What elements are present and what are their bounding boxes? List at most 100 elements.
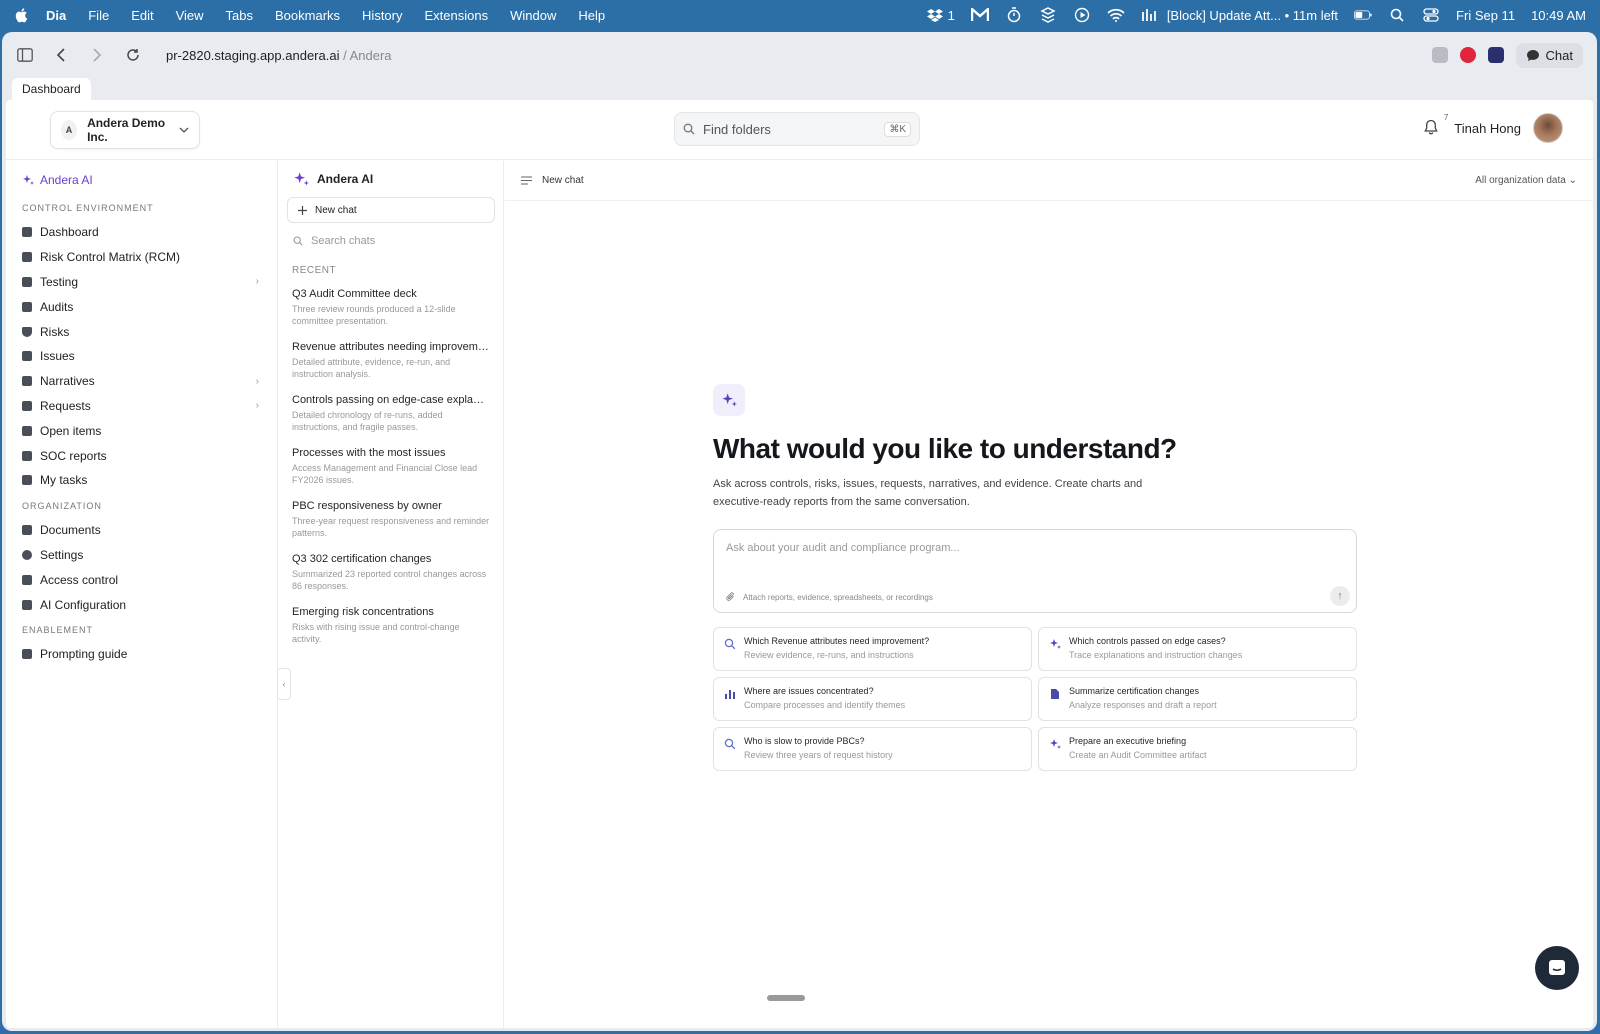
suggestion-card[interactable]: Prepare an executive briefing Create an … bbox=[1038, 727, 1357, 771]
macos-menu-bar: Dia File Edit View Tabs Bookmarks Histor… bbox=[0, 0, 1600, 30]
user-name[interactable]: Tinah Hong bbox=[1454, 121, 1521, 136]
prompt-input[interactable] bbox=[726, 542, 1326, 554]
chat-list-item[interactable]: Q3 302 certification changes Summarized 2… bbox=[287, 549, 495, 602]
chat-list-item[interactable]: Q3 Audit Committee deck Three review roun… bbox=[287, 284, 495, 337]
m-logo-icon[interactable] bbox=[970, 7, 989, 23]
reload-icon[interactable] bbox=[124, 46, 142, 64]
chat-summary: Detailed chronology of re-runs, added in… bbox=[292, 410, 443, 432]
menu-view[interactable]: View bbox=[176, 8, 204, 23]
extension-icon[interactable] bbox=[1487, 47, 1504, 63]
tab-dashboard[interactable]: Dashboard bbox=[12, 78, 91, 100]
dropbox-status[interactable]: 1 bbox=[926, 7, 955, 23]
narratives-icon bbox=[22, 376, 32, 387]
attach-button[interactable]: Attach reports, evidence, spreadsheets, … bbox=[726, 592, 933, 602]
chat-list-item[interactable]: Processes with the most issues Access Man… bbox=[287, 443, 495, 496]
support-chat-launcher[interactable] bbox=[1535, 946, 1579, 990]
suggestion-card[interactable]: Which controls passed on edge cases? Tra… bbox=[1038, 627, 1357, 671]
stack-icon[interactable] bbox=[1039, 7, 1057, 23]
copy-extension-icon[interactable] bbox=[1431, 47, 1448, 63]
sidebar-item-prompting-guide[interactable]: Prompting guide bbox=[20, 642, 263, 667]
control-center-icon[interactable] bbox=[1422, 7, 1440, 23]
menu-file[interactable]: File bbox=[88, 8, 109, 23]
sidebar-item-testing[interactable]: Testing › bbox=[20, 270, 263, 295]
search-chats-input[interactable]: Search chats bbox=[293, 233, 495, 249]
sidebar-item-access-control[interactable]: Access control bbox=[20, 567, 263, 592]
sidebar-ai-label: Andera AI bbox=[40, 173, 93, 187]
sidebar-item-issues[interactable]: Issues bbox=[20, 344, 263, 369]
sidebar-item-narratives[interactable]: Narratives › bbox=[20, 369, 263, 394]
menu-left: Dia File Edit View Tabs Bookmarks Histor… bbox=[14, 7, 627, 23]
address-bar[interactable]: pr-2820.staging.app.andera.ai / Andera bbox=[166, 48, 392, 63]
sidebar-item-my-tasks[interactable]: My tasks bbox=[20, 468, 263, 493]
now-playing[interactable]: [Block] Update Att... • 11m left bbox=[1141, 7, 1338, 23]
sidebar-item-label: Issues bbox=[40, 349, 75, 364]
sidebar-toggle-icon[interactable] bbox=[16, 46, 34, 64]
new-chat-button[interactable]: New chat bbox=[287, 197, 495, 223]
menu-time[interactable]: 10:49 AM bbox=[1531, 8, 1586, 23]
chat-summary: Detailed attribute, evidence, re-run, an… bbox=[292, 357, 451, 379]
chat-title: Revenue attributes needing improvement bbox=[292, 341, 490, 353]
sidebar-item-documents[interactable]: Documents bbox=[20, 518, 263, 543]
app-header: A Andera Demo Inc. Find folders ⌘K 7 Tin… bbox=[6, 100, 1593, 160]
collapse-panel-button[interactable]: ‹ bbox=[277, 668, 291, 700]
sidebar-item-andera-ai[interactable]: Andera AI bbox=[22, 173, 263, 187]
suggestion-description: Trace explanations and instruction chang… bbox=[1069, 650, 1243, 660]
resize-handle[interactable] bbox=[767, 995, 805, 1001]
chat-list-item[interactable]: Revenue attributes needing improvement De… bbox=[287, 337, 495, 390]
chat-button[interactable]: Chat bbox=[1515, 42, 1583, 68]
battery-icon[interactable] bbox=[1354, 7, 1372, 23]
chat-list-item[interactable]: Controls passing on edge-case explanati.… bbox=[287, 390, 495, 443]
menu-extensions[interactable]: Extensions bbox=[425, 8, 489, 23]
org-switcher[interactable]: A Andera Demo Inc. bbox=[50, 111, 200, 149]
menu-window[interactable]: Window bbox=[510, 8, 556, 23]
suggestion-card[interactable]: Which Revenue attributes need improvemen… bbox=[713, 627, 1032, 671]
sidebar-item-ai-configuration[interactable]: AI Configuration bbox=[20, 592, 263, 617]
chat-bubble-icon bbox=[1526, 49, 1540, 62]
sidebar-item-label: SOC reports bbox=[40, 448, 107, 463]
find-folders-search[interactable]: Find folders ⌘K bbox=[674, 112, 920, 146]
sidebar-item-requests[interactable]: Requests › bbox=[20, 394, 263, 419]
key-icon bbox=[22, 574, 32, 585]
sidebar-item-label: Risk Control Matrix (RCM) bbox=[40, 250, 181, 265]
back-icon[interactable] bbox=[52, 46, 70, 64]
sidebar-item-label: Dashboard bbox=[40, 225, 99, 240]
sidebar-item-dashboard[interactable]: Dashboard bbox=[20, 220, 263, 245]
menu-lines-icon[interactable] bbox=[521, 176, 532, 185]
sidebar-item-settings[interactable]: Settings bbox=[20, 543, 263, 568]
menu-edit[interactable]: Edit bbox=[131, 8, 153, 23]
play-icon[interactable] bbox=[1073, 7, 1091, 23]
timer-icon[interactable] bbox=[1005, 7, 1023, 23]
sidebar-item-audits[interactable]: Audits bbox=[20, 294, 263, 319]
forward-icon[interactable] bbox=[88, 46, 106, 64]
suggestion-card[interactable]: Who is slow to provide PBCs? Review thre… bbox=[713, 727, 1032, 771]
sidebar-item-rcm[interactable]: Risk Control Matrix (RCM) bbox=[20, 245, 263, 270]
wifi-icon[interactable] bbox=[1107, 7, 1125, 23]
document-icon bbox=[22, 425, 32, 436]
sidebar-item-risks[interactable]: Risks bbox=[20, 319, 263, 344]
menu-history[interactable]: History bbox=[362, 8, 402, 23]
menu-bookmarks[interactable]: Bookmarks bbox=[275, 8, 340, 23]
browser-window: pr-2820.staging.app.andera.ai / Andera C… bbox=[2, 32, 1597, 1031]
spotlight-search-icon[interactable] bbox=[1388, 7, 1406, 23]
sidebar-item-soc-reports[interactable]: SOC reports bbox=[20, 443, 263, 468]
issues-icon bbox=[22, 351, 32, 362]
menu-app-name[interactable]: Dia bbox=[46, 8, 66, 23]
notification-count: 7 bbox=[1443, 113, 1449, 122]
suggestion-card[interactable]: Where are issues concentrated? Compare p… bbox=[713, 677, 1032, 721]
avatar[interactable] bbox=[1533, 113, 1563, 143]
send-button[interactable]: ↑ bbox=[1330, 586, 1350, 606]
menu-tabs[interactable]: Tabs bbox=[226, 8, 253, 23]
chat-list-item[interactable]: PBC responsiveness by owner Three-year re… bbox=[287, 496, 495, 549]
menu-help[interactable]: Help bbox=[578, 8, 605, 23]
adblock-extension-icon[interactable] bbox=[1459, 47, 1476, 63]
menu-date[interactable]: Fri Sep 11 bbox=[1456, 8, 1515, 23]
apple-icon[interactable] bbox=[14, 7, 30, 23]
notifications-button[interactable]: 7 bbox=[1424, 113, 1448, 137]
suggestion-card[interactable]: Summarize certification changes Analyze … bbox=[1038, 677, 1357, 721]
sparkle-icon bbox=[722, 393, 737, 407]
data-scope-dropdown[interactable]: All organization data ⌄ bbox=[1475, 175, 1577, 186]
sidebar-item-open-items[interactable]: Open items bbox=[20, 418, 263, 443]
sparkle-icon bbox=[1050, 739, 1061, 749]
chat-list-item[interactable]: Emerging risk concentrations Risks with r… bbox=[287, 602, 495, 655]
